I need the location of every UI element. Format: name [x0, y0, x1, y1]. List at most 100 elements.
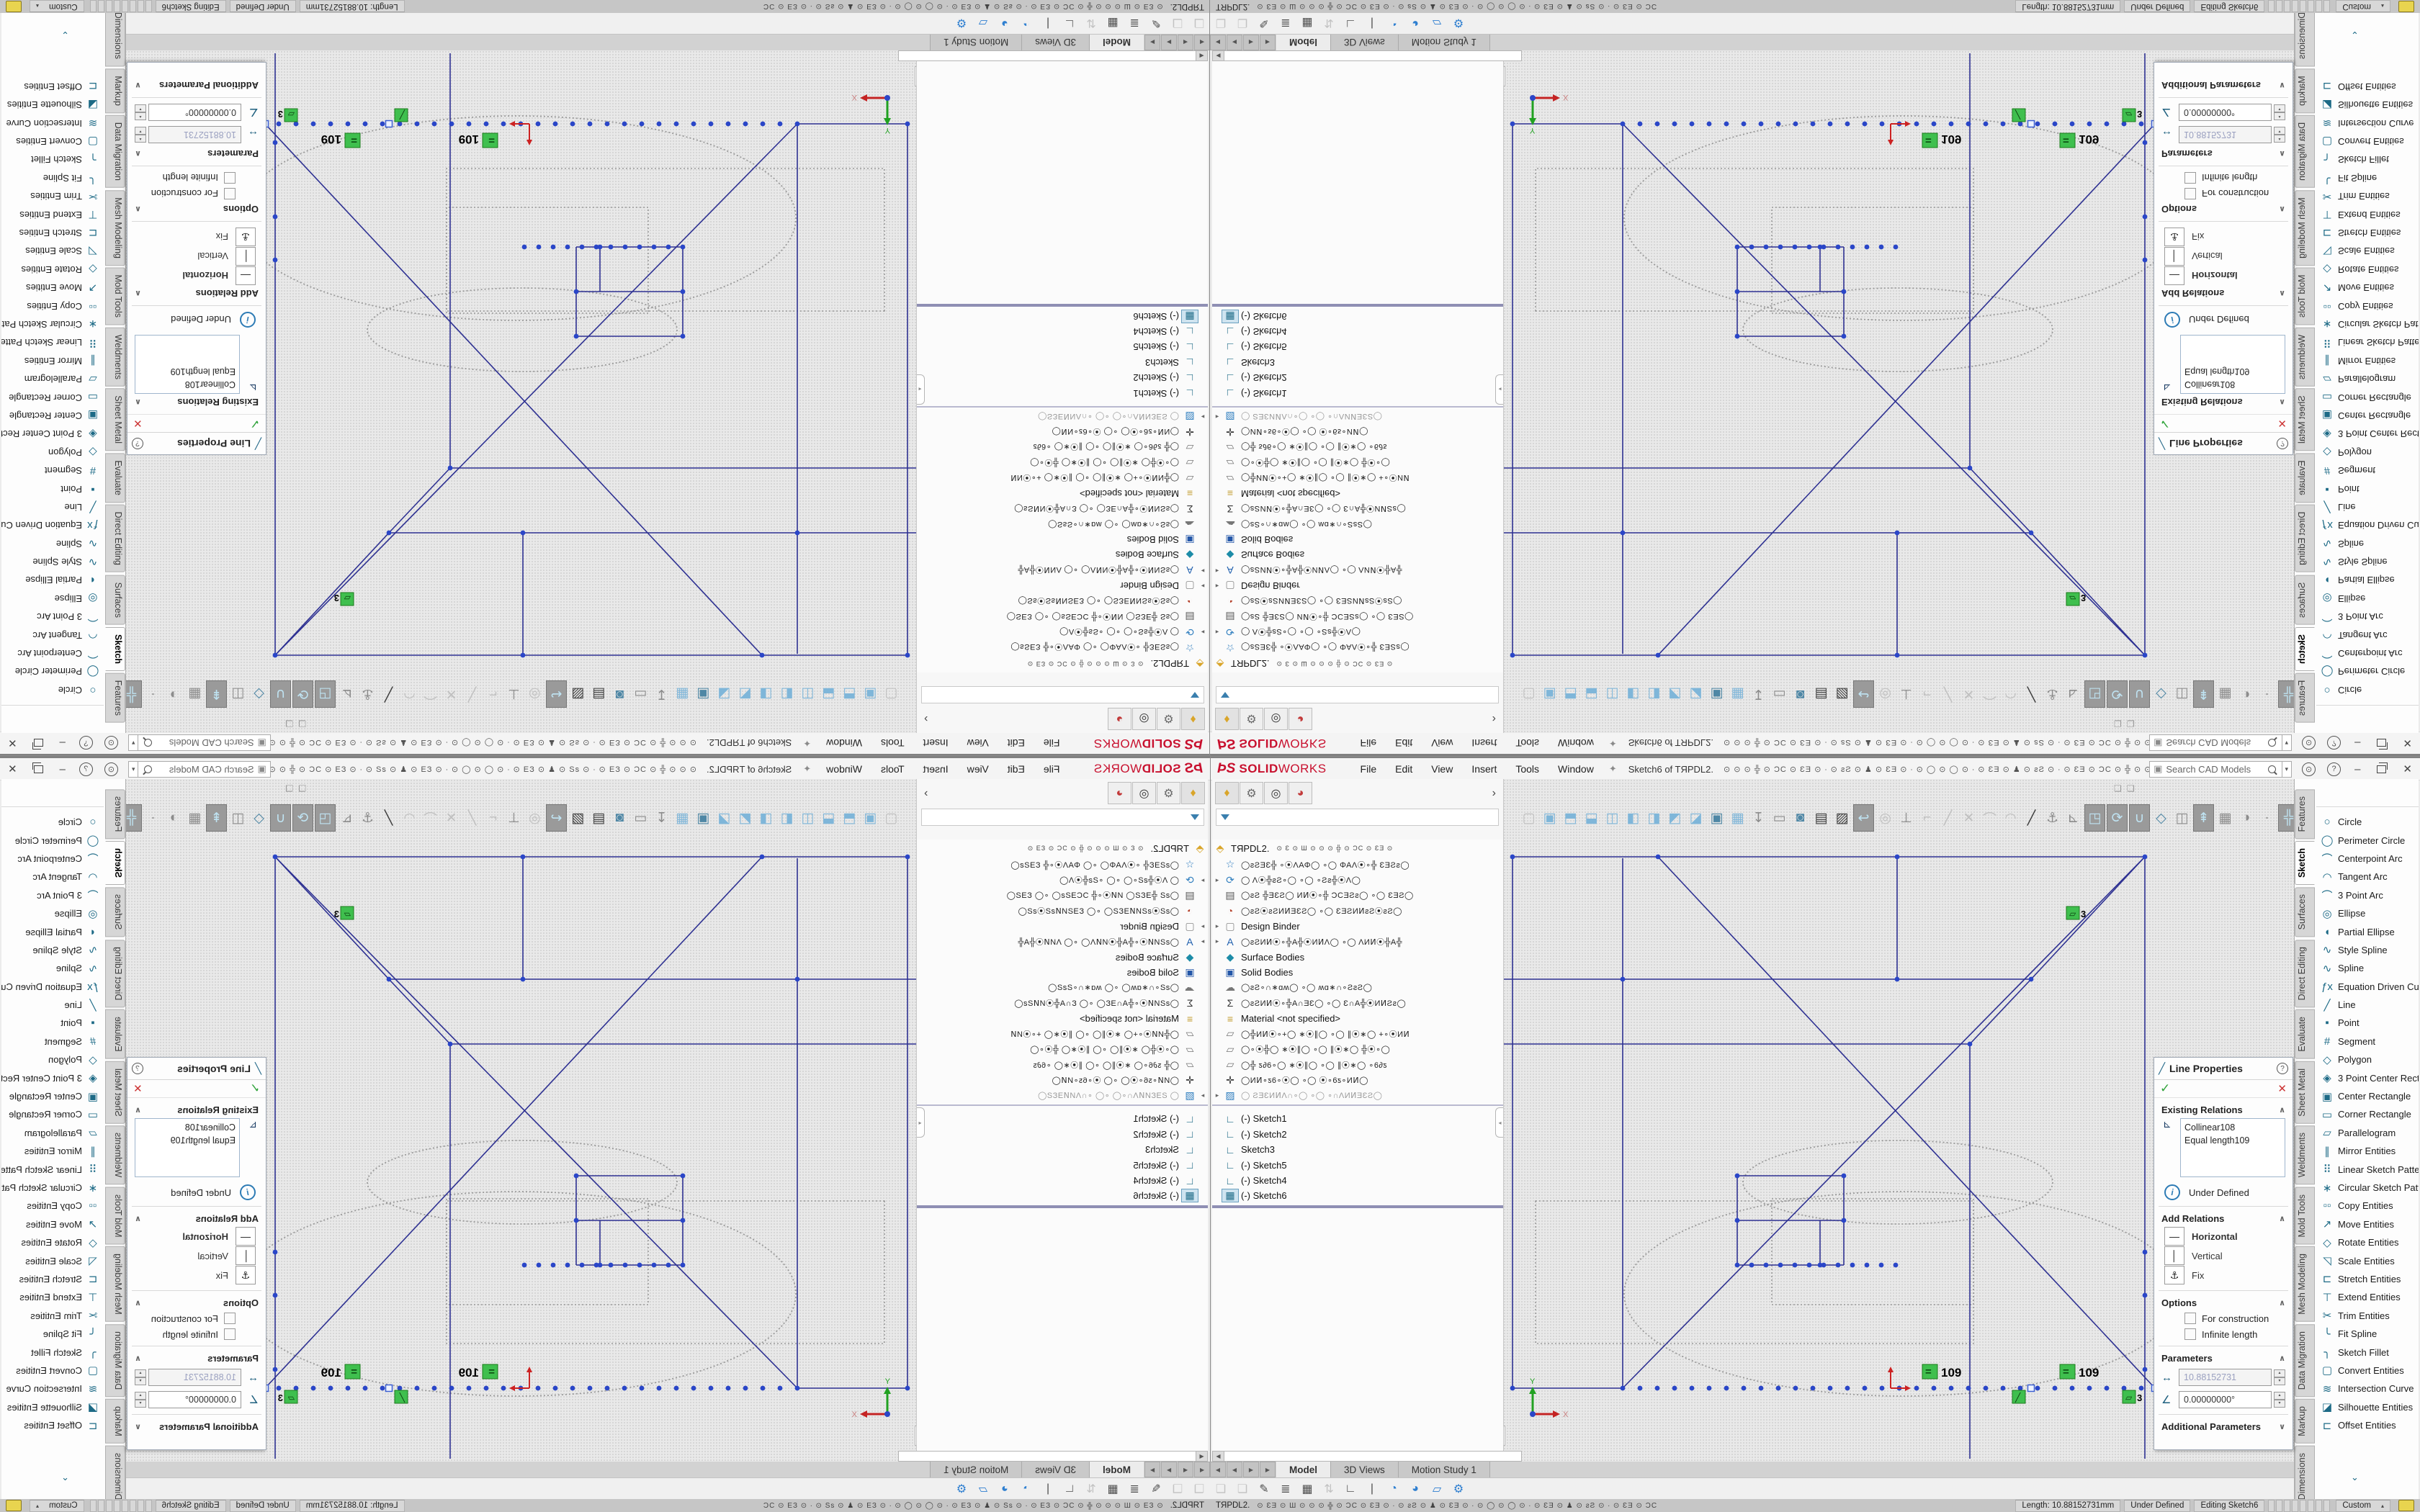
tree-row[interactable]: ∟ (-) Sketch4	[917, 324, 1208, 339]
menu-item[interactable]: File	[1034, 760, 1070, 778]
toolbar-icon[interactable]: ⌒	[421, 681, 440, 707]
search-input[interactable]: Search CAD Models	[152, 764, 254, 775]
restore-button[interactable]	[34, 739, 43, 747]
sketch-tool-item[interactable]: ◇ Polygon	[2316, 1050, 2419, 1068]
toolbar-icon[interactable]: ╱	[379, 805, 398, 831]
length-field[interactable]: 10.88152731	[2179, 126, 2272, 143]
toolbar-icon[interactable]: ◫	[1603, 805, 1622, 831]
toolbar-icon[interactable]: ∪	[270, 804, 291, 832]
configurationmanager-tab[interactable]: ◎	[1132, 782, 1156, 804]
sketch-tool-item[interactable]: ▱ Parallelogram	[1, 370, 104, 388]
options-header[interactable]: Options∧	[135, 204, 259, 215]
tree-row[interactable]: ▤ ◯ƨƧ ╬ƎƐƧ◯ ИͶ⦿∘╬ ƆCƎƧƨ◯ ∘◯ ƐƎƧ◯	[917, 888, 1208, 903]
tree-row[interactable]: ✛ ◯ИͶ∘ƽ6∘⦿◯ ∘◯ ⦿∘6ƽ∘ИͶ◯	[917, 424, 1208, 439]
sketch-tool-item[interactable]: ⌒ 3 Point Arc	[2316, 886, 2419, 904]
commandmanager-tab[interactable]: Mesh Modeling	[2295, 190, 2315, 266]
toolbar-icon[interactable]: ◎	[1876, 681, 1895, 707]
for-construction-checkbox-row[interactable]: For construction	[2184, 1313, 2293, 1324]
sketch-tool-item[interactable]: ◹ Scale Entities	[2316, 242, 2419, 260]
parameters-header[interactable]: Parameters∧	[135, 1353, 259, 1364]
infinite-length-checkbox-row[interactable]: Infinite length	[2184, 1328, 2293, 1340]
cancel-button[interactable]: ✕	[133, 1082, 143, 1095]
tree-row[interactable]: ◆ Surface Bodies	[917, 547, 1208, 562]
existing-relations-header[interactable]: Existing Relations∧	[135, 1104, 259, 1115]
toolbar-icon[interactable]: ∪	[270, 680, 291, 708]
length-spinner[interactable]: ▴▾	[2274, 127, 2285, 143]
sketch-tool-item[interactable]: ƒx Equation Driven Curve	[1, 516, 104, 534]
expander-icon[interactable]: ▸	[1198, 937, 1208, 945]
commandmanager-tab[interactable]: Weldments	[105, 1125, 125, 1184]
view-toolbar-icon[interactable]: ◕	[1404, 1482, 1426, 1495]
parameters-header[interactable]: Parameters∧	[2161, 148, 2285, 159]
expander-icon[interactable]: ▸	[1212, 876, 1222, 884]
propertymanager-tab[interactable]: ⚙	[1157, 782, 1180, 804]
toolbar-icon[interactable]: ⚓	[2043, 681, 2062, 707]
toolbar-icon[interactable]: ◨	[756, 805, 776, 831]
tag-icon[interactable]	[2398, 1500, 2414, 1511]
sketch-tool-item[interactable]: ◖ Partial Ellipse	[2316, 571, 2419, 589]
toolbar-icon[interactable]: ⚓	[2043, 805, 2062, 831]
tree-filter-input[interactable]	[1216, 809, 1499, 826]
toolbar-icon[interactable]: ◨	[756, 681, 776, 707]
view-toolbar-icon[interactable]: ▱	[972, 16, 994, 30]
relation-button-icon[interactable]: ⚓	[236, 228, 256, 246]
toolbar-icon[interactable]: ▣	[861, 681, 880, 707]
search-icon[interactable]	[144, 739, 152, 747]
sketch-tool-item[interactable]: ⠿ Linear Sketch Pattern	[1, 333, 104, 351]
sketch-tool-item[interactable]: ○ Circle	[1, 681, 104, 699]
menu-item[interactable]: View	[1422, 734, 1462, 752]
sketch-tool-item[interactable]: ƒx Equation Driven Curve	[1, 978, 104, 996]
featuremanager-tab[interactable]: ♦	[1215, 782, 1239, 804]
tab-scroll-last[interactable]: ▶	[1144, 35, 1160, 50]
document-tab[interactable]: Model	[1089, 1462, 1144, 1477]
commandmanager-tab[interactable]: Sketch	[2295, 841, 2315, 885]
search-dropdown-arrow[interactable]: ▾	[129, 736, 139, 751]
toolbar-icon[interactable]: ▤	[1811, 681, 1831, 707]
toolbar-icon[interactable]: ╱	[1938, 805, 1958, 831]
commandmanager-tab[interactable]: Features	[105, 673, 125, 723]
account-icon[interactable]: ⊙	[104, 737, 118, 750]
toolbar-icon[interactable]: ◎	[525, 805, 544, 831]
toolbar-icon[interactable]: ∙	[143, 681, 163, 707]
commandmanager-tab[interactable]: Sheet Metal	[2295, 1061, 2315, 1124]
search-box[interactable]: ▣ Search CAD Models ▾	[128, 761, 271, 778]
toolbar-icon[interactable]: ◪	[714, 681, 734, 707]
tree-row[interactable]: ∟ (-) Sketch4	[1212, 324, 1503, 339]
toolbar-icon[interactable]: ▦	[185, 681, 205, 707]
tree-row[interactable]: ▤ ◯ƨƧ ╬ƎƐƧ◯ ИͶ⦿∘╬ ƆCƎƧƨ◯ ∘◯ ƐƎƧ◯	[1212, 609, 1503, 624]
sketch-tool-item[interactable]: ◎ Ellipse	[2316, 590, 2419, 608]
tree-row[interactable]: ▸ A ◯ƨƧИͶ⦿∘╬Α╬⦿ИͶΛ◯ ∘◯ ΛИͶ⦿╬Α╬	[1212, 934, 1503, 949]
toolbar-icon[interactable]: ⬒	[1561, 681, 1580, 707]
sketch-tool-item[interactable]: ╰ Fit Spline	[2316, 1325, 2419, 1343]
view-toolbar-icon[interactable]: ∟	[1340, 1482, 1361, 1495]
help-icon[interactable]: ?	[2327, 737, 2341, 750]
band-icon[interactable]: ❏	[285, 783, 293, 793]
sketch-tool-item[interactable]: ⊏ Offset Entities	[1, 78, 104, 96]
sketch-tool-item[interactable]: ◯ Perimeter Circle	[2316, 662, 2419, 680]
menu-item[interactable]: Tools	[1506, 760, 1549, 778]
sketch-tool-item[interactable]: ✂ Trim Entities	[2316, 1307, 2419, 1325]
pm-help-icon[interactable]: ?	[132, 1063, 143, 1074]
tree-row[interactable]: Σ ◯ƨƧИͶ⦿∘╬Α∩ƎƐ◯ ∘◯ Ɛ∩Α╬⦿ИͶƧƨ◯	[1212, 996, 1503, 1011]
view-toolbar-icon[interactable]: ⇅	[1318, 16, 1340, 30]
toolbar-icon[interactable]: ◙	[1791, 805, 1810, 831]
tree-root-row[interactable]: ⬘ TЯPDL2. ⊙ Ɛ ⊙ Ш ⊙ ⊙ ⊙ ╬ ⊙ ƆC ⊙ ƐƎ ⊙	[917, 655, 1208, 672]
search-icon[interactable]	[2268, 765, 2276, 773]
options-header[interactable]: Options∧	[135, 1297, 259, 1308]
panel-expand-chevron[interactable]: ›	[1492, 713, 1496, 726]
restore-button[interactable]	[34, 765, 43, 773]
commandmanager-tab[interactable]: Direct Editing	[105, 940, 125, 1007]
tree-row[interactable]	[1212, 1104, 1503, 1110]
tag-icon[interactable]	[6, 1500, 22, 1511]
toolbar-icon[interactable]: ◩	[735, 805, 755, 831]
relation-entry[interactable]: Collinear108	[2184, 378, 2281, 391]
tree-row[interactable]: Σ ◯ƨƧИͶ⦿∘╬Α∩ƎƐ◯ ∘◯ Ɛ∩Α╬⦿ИͶƧƨ◯	[917, 501, 1208, 516]
tree-row[interactable]: ∟ (-) Sketch5	[1212, 339, 1503, 354]
additional-parameters-header[interactable]: Additional Parameters∨	[135, 1421, 259, 1432]
featuremanager-tab[interactable]: ♦	[1181, 782, 1205, 804]
toolbar-icon[interactable]: ⊥	[1896, 805, 1916, 831]
panel-expand-chevron[interactable]: ›	[924, 713, 928, 726]
unit-system-dropdown[interactable]: Custom▴	[30, 1, 84, 13]
view-toolbar-icon[interactable]: ⇅	[1080, 1482, 1102, 1496]
more-tools-chevron[interactable]: ⌄	[61, 1472, 69, 1483]
